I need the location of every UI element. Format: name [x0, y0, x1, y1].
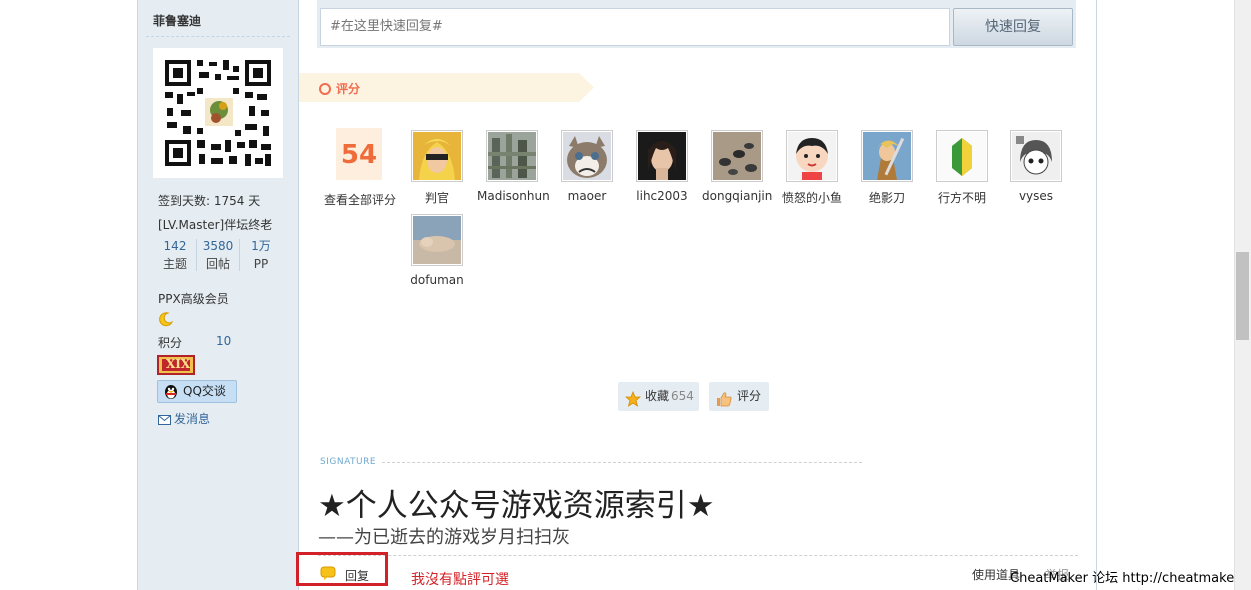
quick-reply-button[interactable]: 快速回复 — [953, 8, 1073, 46]
send-message-label: 发消息 — [174, 412, 211, 426]
author-sidebar: 菲鲁塞迪 签到天数: 1754 天 [LV.Master]伴坛终老 142 主题… — [138, 0, 299, 590]
signin-days: 签到天数: 1754 天 — [158, 194, 261, 208]
rater-avatar[interactable] — [411, 214, 463, 266]
rater-avatar[interactable] — [711, 130, 763, 182]
user-stats: 142 主题 3580 回帖 1万 PP — [154, 237, 282, 273]
stat-replies-label: 回帖 — [205, 257, 230, 271]
send-message-link[interactable]: 发消息 — [158, 410, 210, 428]
qr-code-icon — [153, 48, 283, 178]
qq-chat-label: QQ交谈 — [183, 384, 226, 398]
signature-divider — [382, 462, 862, 463]
rater-item[interactable]: 绝影刀 — [852, 130, 922, 206]
author-name[interactable]: 菲鲁塞迪 — [153, 12, 201, 29]
rater-avatar[interactable] — [561, 130, 613, 182]
rater-avatar[interactable] — [1010, 130, 1062, 182]
rater-name[interactable]: 行方不明 — [927, 189, 997, 206]
site-watermark: CheatMaker 论坛 http://cheatmaker.org/ — [1010, 571, 1251, 586]
favorite-label: 收藏 — [645, 389, 670, 403]
reply-button[interactable]: 回复 — [296, 552, 388, 586]
reply-label: 回复 — [345, 569, 370, 583]
stat-replies-count[interactable]: 3580 — [197, 237, 239, 255]
rater-name[interactable]: 绝影刀 — [852, 189, 922, 206]
moon-icon — [158, 311, 174, 327]
rater-item[interactable]: vyses — [1001, 130, 1071, 203]
rater-avatar[interactable] — [486, 130, 538, 182]
member-group[interactable]: PPX高级会员 — [158, 290, 229, 307]
rater-item[interactable]: 行方不明 — [927, 130, 997, 206]
speech-bubble-icon — [320, 566, 336, 583]
scrollbar-thumb[interactable] — [1236, 252, 1249, 340]
qq-chat-button[interactable]: QQ交谈 — [157, 380, 237, 403]
star-icon — [624, 389, 642, 418]
rater-item[interactable]: Madisonhun — [477, 130, 550, 203]
qq-penguin-icon — [163, 383, 179, 407]
rating-section-title: 评分 — [336, 82, 361, 96]
signature-title: ★个人公众号游戏资源索引★ — [318, 488, 715, 524]
rater-avatar[interactable] — [411, 130, 463, 182]
divider — [146, 36, 290, 37]
rater-item[interactable]: lihc2003 — [627, 130, 697, 203]
stat-pp-label: PP — [253, 257, 269, 271]
rater-name[interactable]: lihc2003 — [627, 189, 697, 203]
rater-name[interactable]: 愤怒的小鱼 — [777, 189, 847, 206]
points-value: 10 — [216, 334, 232, 348]
signature-label: SIGNATURE — [320, 457, 377, 467]
rater-name[interactable]: 判官 — [402, 189, 472, 206]
thumbs-up-icon — [716, 389, 732, 418]
stat-pp[interactable]: 1万 PP — [240, 237, 282, 273]
user-level: [LV.Master]伴坛终老 — [158, 218, 273, 232]
stat-threads-label: 主题 — [162, 257, 187, 271]
quick-reply-input[interactable] — [321, 9, 939, 43]
rater-avatar[interactable] — [786, 130, 838, 182]
stat-pp-count[interactable]: 1万 — [240, 237, 282, 255]
frame-right-border — [1096, 0, 1097, 590]
stat-threads-count[interactable]: 142 — [154, 237, 196, 255]
rater-name[interactable]: maoer — [552, 189, 622, 203]
qr-code-image — [153, 48, 283, 178]
points-label: 积分 — [158, 336, 183, 350]
rater-avatar[interactable] — [936, 130, 988, 182]
post-footer-divider — [318, 555, 1078, 556]
rater-item[interactable]: 判官 — [402, 130, 472, 206]
rater-avatar[interactable] — [636, 130, 688, 182]
rater-item[interactable]: dongqianjin — [702, 130, 772, 203]
rater-name[interactable]: Madisonhun — [477, 189, 550, 203]
medal-badge[interactable]: XIX — [157, 355, 195, 375]
circle-icon — [319, 83, 331, 95]
rater-name[interactable]: dofuman — [402, 273, 472, 287]
rater-item[interactable]: dofuman — [402, 214, 472, 287]
stat-replies[interactable]: 3580 回帖 — [197, 237, 239, 273]
rater-item[interactable]: maoer — [552, 130, 622, 203]
signature-subtitle: ——为已逝去的游戏岁月扫扫灰 — [318, 527, 570, 548]
rate-button[interactable]: 评分 — [709, 382, 769, 411]
favorite-button[interactable]: 收藏 654 — [618, 382, 699, 411]
rater-avatar[interactable] — [861, 130, 913, 182]
rater-item[interactable]: 愤怒的小鱼 — [777, 130, 847, 206]
rater-name[interactable]: dongqianjin — [702, 189, 772, 203]
quick-reply-field-wrap — [320, 8, 950, 46]
envelope-icon — [158, 414, 171, 428]
rater-name[interactable]: vyses — [1001, 189, 1071, 203]
favorite-count: 654 — [671, 389, 694, 403]
medal-text: XIX — [166, 357, 191, 371]
annotation-note: 我沒有點評可選 — [411, 572, 509, 588]
rating-score[interactable]: 54 — [336, 128, 382, 180]
view-all-ratings-link[interactable]: 查看全部评分 — [320, 191, 400, 208]
stat-threads[interactable]: 142 主题 — [154, 237, 196, 273]
rate-label: 评分 — [737, 389, 762, 403]
